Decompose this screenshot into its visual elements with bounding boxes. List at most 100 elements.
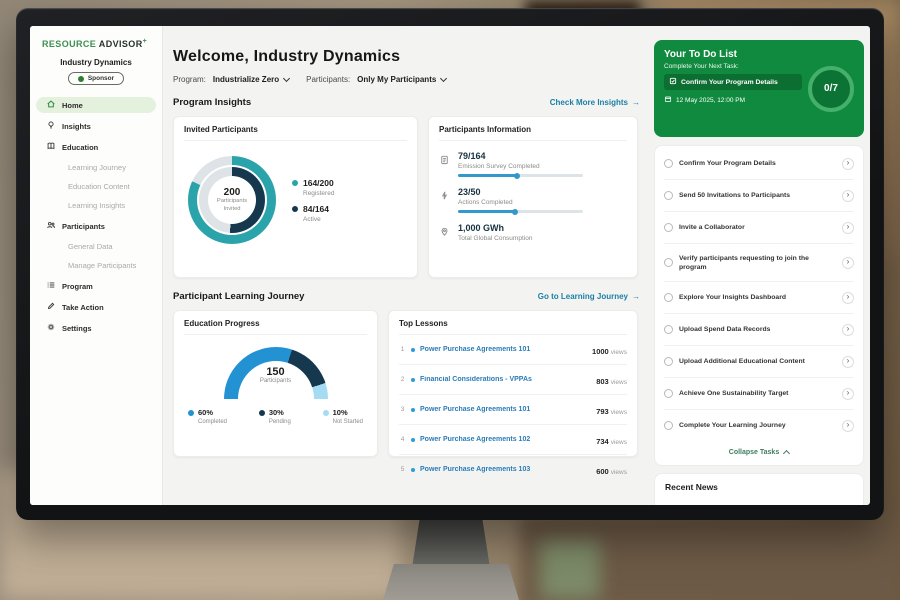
sponsor-badge: Sponsor xyxy=(68,72,124,85)
chevron-right-icon[interactable]: › xyxy=(842,420,854,432)
task-row-explore-insights[interactable]: Explore Your Insights Dashboard › xyxy=(664,282,854,314)
task-checkbox[interactable] xyxy=(664,357,673,366)
sidebar-item-education-content[interactable]: Education Content xyxy=(36,179,156,194)
book-icon xyxy=(46,141,56,153)
lesson-title-link[interactable]: Power Purchase Agreements 101 xyxy=(420,406,591,413)
sidebar-item-insights[interactable]: Insights xyxy=(36,118,156,134)
lesson-dot-icon xyxy=(411,438,415,442)
gauge-center-value: 150 xyxy=(224,366,328,378)
recent-news-card: Recent News xyxy=(654,473,864,505)
lesson-title-link[interactable]: Power Purchase Agreements 101 xyxy=(420,346,587,353)
chevron-right-icon[interactable]: › xyxy=(842,388,854,400)
lesson-row[interactable]: 5 Power Purchase Agreements 103 600views xyxy=(399,455,627,484)
sidebar-item-home[interactable]: Home xyxy=(36,97,156,113)
lesson-title-link[interactable]: Financial Considerations - VPPAs xyxy=(420,376,591,383)
chevron-right-icon[interactable]: › xyxy=(842,190,854,202)
sidebar-item-label: Education xyxy=(62,143,98,152)
education-progress-gauge: 150 Participants xyxy=(224,347,328,399)
todo-next-task[interactable]: Confirm Your Program Details xyxy=(664,74,802,90)
invited-participants-donut: 200 Participants Invited xyxy=(188,156,276,244)
task-row-verify-participants[interactable]: Verify participants requesting to join t… xyxy=(664,244,854,282)
task-checkbox[interactable] xyxy=(664,223,673,232)
learning-journey-cards: Education Progress 150 Participants xyxy=(173,310,640,457)
lesson-row[interactable]: 2 Financial Considerations - VPPAs 803vi… xyxy=(399,365,627,395)
checkbox-icon xyxy=(669,77,677,87)
donut-center: 200 Participants Invited xyxy=(208,176,256,224)
sidebar-item-settings[interactable]: Settings xyxy=(36,320,156,336)
sidebar-item-program[interactable]: Program xyxy=(36,278,156,294)
check-more-insights-link[interactable]: Check More Insights → xyxy=(550,98,640,107)
list-icon xyxy=(46,280,56,292)
task-checkbox[interactable] xyxy=(664,159,673,168)
lesson-views-value: 600 xyxy=(596,467,609,476)
sidebar-item-label: Home xyxy=(62,101,83,110)
registered-dot-icon xyxy=(292,180,298,186)
info-row-actions: 23/50 Actions Completed xyxy=(439,187,627,213)
chevron-right-icon[interactable]: › xyxy=(842,324,854,336)
task-checkbox[interactable] xyxy=(664,421,673,430)
sidebar-item-manage-participants[interactable]: Manage Participants xyxy=(36,258,156,273)
main-content: Welcome, Industry Dynamics Program: Indu… xyxy=(163,26,650,505)
lesson-views-label: views xyxy=(611,469,627,476)
task-checkbox[interactable] xyxy=(664,389,673,398)
sidebar-item-learning-journey[interactable]: Learning Journey xyxy=(36,160,156,175)
logo-advisor-text: ADVISOR xyxy=(99,39,143,49)
lesson-title-link[interactable]: Power Purchase Agreements 103 xyxy=(420,466,591,473)
lesson-row[interactable]: 4 Power Purchase Agreements 102 734views xyxy=(399,425,627,455)
lesson-views-value: 734 xyxy=(596,437,609,446)
learning-journey-header: Participant Learning Journey Go to Learn… xyxy=(173,291,640,302)
legend-label: Active xyxy=(303,216,329,223)
lesson-views-label: views xyxy=(611,349,627,356)
task-row-achieve-target[interactable]: Achieve One Sustainability Target › xyxy=(664,378,854,410)
sidebar-nav: Home Insights Education Learning Journey… xyxy=(30,97,162,336)
todo-next-time-label: 12 May 2025, 12:00 PM xyxy=(676,97,745,104)
task-row-complete-learning-journey[interactable]: Complete Your Learning Journey › xyxy=(664,410,854,441)
page-title: Welcome, Industry Dynamics xyxy=(173,48,640,66)
task-row-invite-collaborator[interactable]: Invite a Collaborator › xyxy=(664,212,854,244)
sidebar-item-general-data[interactable]: General Data xyxy=(36,239,156,254)
home-icon xyxy=(46,99,56,111)
task-row-confirm-program[interactable]: Confirm Your Program Details › xyxy=(664,148,854,180)
participants-filter-dropdown[interactable]: Only My Participants xyxy=(357,75,446,84)
todo-progress-value: 0/7 xyxy=(824,83,838,94)
progress-bar-fill xyxy=(458,210,516,213)
task-checkbox[interactable] xyxy=(664,293,673,302)
lesson-rank: 4 xyxy=(399,436,406,443)
education-progress-card: Education Progress 150 Participants xyxy=(173,310,378,457)
task-checkbox[interactable] xyxy=(664,258,673,267)
sidebar-item-learning-insights[interactable]: Learning Insights xyxy=(36,198,156,213)
chevron-right-icon[interactable]: › xyxy=(842,222,854,234)
task-checkbox[interactable] xyxy=(664,191,673,200)
lesson-row[interactable]: 3 Power Purchase Agreements 101 793views xyxy=(399,395,627,425)
lesson-row[interactable]: 1 Power Purchase Agreements 101 1000view… xyxy=(399,335,627,365)
todo-summary-left: Your To Do List Complete Your Next Task:… xyxy=(664,49,802,128)
chevron-right-icon[interactable]: › xyxy=(842,356,854,368)
sidebar-item-participants[interactable]: Participants xyxy=(36,218,156,234)
task-row-send-invitations[interactable]: Send 50 Invitations to Participants › xyxy=(664,180,854,212)
lesson-views-label: views xyxy=(611,409,627,416)
lesson-views-label: views xyxy=(611,439,627,446)
chevron-right-icon[interactable]: › xyxy=(842,292,854,304)
legend-value: 84/164 xyxy=(303,204,329,214)
program-filter-dropdown[interactable]: Industrialize Zero xyxy=(213,75,289,84)
sponsor-role-icon xyxy=(78,76,84,82)
lesson-views-value: 1000 xyxy=(592,347,609,356)
sidebar-item-education[interactable]: Education xyxy=(36,139,156,155)
go-to-learning-journey-link[interactable]: Go to Learning Journey → xyxy=(538,292,640,301)
lesson-title-link[interactable]: Power Purchase Agreements 102 xyxy=(420,436,591,443)
monitor-stand-neck xyxy=(412,518,490,568)
sidebar-item-take-action[interactable]: Take Action xyxy=(36,299,156,315)
chevron-right-icon[interactable]: › xyxy=(842,158,854,170)
sidebar-item-label: Participants xyxy=(62,222,105,231)
program-insights-cards: Invited Participants 200 Participants In… xyxy=(173,116,640,278)
collapse-tasks-link[interactable]: Collapse Tasks xyxy=(664,441,854,463)
task-label: Complete Your Learning Journey xyxy=(679,421,836,430)
not-started-dot-icon xyxy=(323,410,329,416)
task-checkbox[interactable] xyxy=(664,325,673,334)
task-row-upload-educational-content[interactable]: Upload Additional Educational Content › xyxy=(664,346,854,378)
invited-participants-card: Invited Participants 200 Participants In… xyxy=(173,116,418,278)
program-filter-label: Program: xyxy=(173,75,206,84)
legend-label: Pending xyxy=(269,419,291,425)
chevron-right-icon[interactable]: › xyxy=(842,257,854,269)
task-row-upload-spend-data[interactable]: Upload Spend Data Records › xyxy=(664,314,854,346)
